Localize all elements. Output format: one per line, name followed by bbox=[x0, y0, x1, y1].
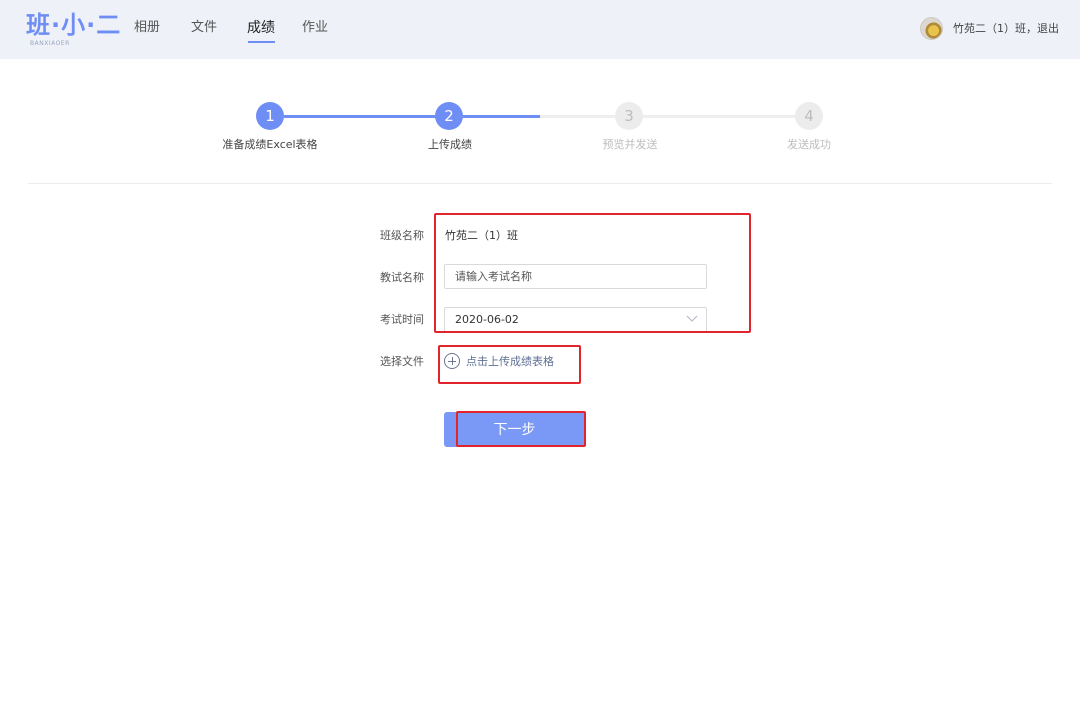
step-connector-2b bbox=[540, 115, 616, 118]
app-logo[interactable]: 班·小·二 BANXIAOER bbox=[26, 10, 120, 50]
annotation-box-form bbox=[434, 213, 751, 333]
annotation-box-upload bbox=[438, 345, 581, 384]
section-divider bbox=[28, 183, 1052, 184]
step-3-label: 预览并发送 bbox=[602, 138, 658, 151]
step-1-label: 准备成绩Excel表格 bbox=[222, 138, 318, 151]
step-connector-1 bbox=[284, 115, 436, 118]
avatar[interactable] bbox=[920, 17, 943, 40]
step-2-circle: 2 bbox=[435, 102, 463, 130]
step-connector-3 bbox=[643, 115, 795, 118]
annotation-box-next bbox=[456, 411, 586, 447]
nav-active-underline bbox=[248, 41, 275, 43]
step-4-circle: 4 bbox=[795, 102, 823, 130]
exam-name-label: 教试名称 bbox=[380, 271, 424, 284]
class-name-label: 班级名称 bbox=[380, 229, 424, 242]
nav-homework[interactable]: 作业 bbox=[302, 19, 328, 37]
step-1-circle: 1 bbox=[256, 102, 284, 130]
user-logout-link[interactable]: 竹苑二（1）班，退出 bbox=[953, 21, 1059, 37]
nav-grades[interactable]: 成绩 bbox=[247, 19, 275, 37]
logo-subtext: BANXIAOER bbox=[30, 40, 70, 47]
nav-files[interactable]: 文件 bbox=[191, 19, 217, 37]
exam-time-label: 考试时间 bbox=[380, 313, 424, 326]
step-3-circle: 3 bbox=[615, 102, 643, 130]
step-connector-2a bbox=[463, 115, 540, 118]
top-header: 班·小·二 BANXIAOER 相册 文件 成绩 作业 竹苑二（1）班，退出 bbox=[0, 0, 1080, 59]
logo-text: 班·小·二 bbox=[26, 11, 122, 39]
nav-album[interactable]: 相册 bbox=[134, 19, 160, 37]
file-label: 选择文件 bbox=[380, 355, 424, 368]
step-2-label: 上传成绩 bbox=[428, 138, 472, 151]
step-4-label: 发送成功 bbox=[787, 138, 831, 151]
